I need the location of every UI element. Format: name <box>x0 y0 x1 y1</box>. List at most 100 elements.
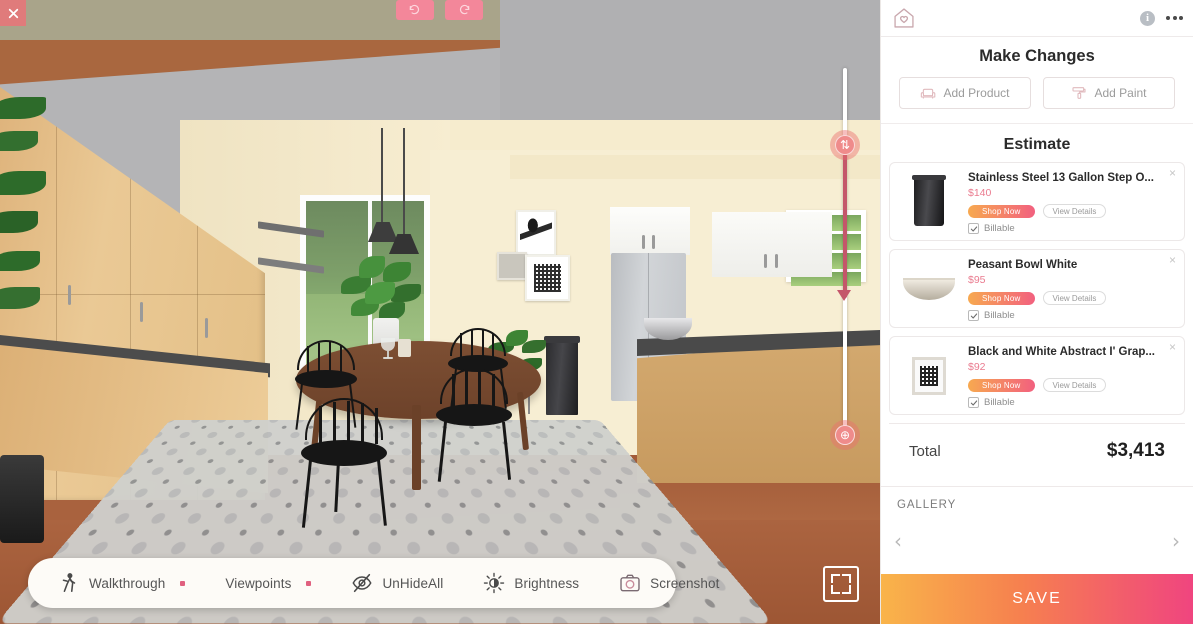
toolbar-label-brightness: Brightness <box>514 575 580 591</box>
shop-now-button[interactable]: Shop Now <box>968 291 1035 305</box>
check-icon <box>970 399 977 406</box>
estimate-item-row[interactable]: Stainless Steel 13 Gallon Step O... $140… <box>889 162 1185 241</box>
make-changes-title: Make Changes <box>979 47 1095 65</box>
pendant-cord-1 <box>381 128 383 224</box>
total-value: $3,413 <box>1106 440 1165 461</box>
add-paint-button[interactable]: Add Paint <box>1043 77 1175 109</box>
save-button-label: SAVE <box>1012 590 1062 607</box>
save-button[interactable]: SAVE <box>881 574 1193 624</box>
fullscreen-corner-tr-icon <box>842 574 851 583</box>
info-icon[interactable]: i <box>1140 10 1155 26</box>
estimate-title: Estimate <box>1003 136 1071 153</box>
up-down-arrow-icon: ⇅ <box>839 138 851 152</box>
toolbar-item-screenshot[interactable]: Screenshot <box>599 572 739 594</box>
toolbar-item-walkthrough[interactable]: Walkthrough <box>28 572 205 594</box>
toolbar-item-viewpoints[interactable]: Viewpoints <box>205 576 331 591</box>
remove-item-icon[interactable]: × <box>1167 341 1178 353</box>
dining-chair-front[interactable] <box>297 398 397 533</box>
estimate-item-actions: Shop Now View Details <box>968 291 1176 305</box>
slider-handle-bottom[interactable]: ⊕ <box>830 420 860 450</box>
framed-art-thumbnail <box>898 344 960 408</box>
estimate-item-name: Stainless Steel 13 Gallon Step O... <box>968 172 1154 184</box>
estimate-section: Estimate Stainless Steel 13 Gallon Step … <box>881 124 1193 486</box>
table-leg-center <box>412 405 421 490</box>
wine-glass <box>381 338 395 360</box>
undo-button[interactable] <box>396 0 434 20</box>
trash-can-thumbnail <box>898 170 960 234</box>
estimate-item-name: Black and White Abstract I' Grap... <box>968 346 1155 358</box>
estimate-item-actions: Shop Now View Details <box>968 204 1176 218</box>
toolbar-label-screenshot: Screenshot <box>650 575 720 591</box>
panel-header: i <box>881 0 1193 37</box>
billable-row[interactable]: Billable <box>968 310 1176 321</box>
fullscreen-corner-tl-icon <box>831 574 840 583</box>
shop-now-button[interactable]: Shop Now <box>968 378 1035 392</box>
height-slider[interactable]: ⇅ ⊕ <box>830 68 860 450</box>
redo-icon <box>459 4 470 15</box>
kitchen-wall-upper-strip <box>510 155 880 179</box>
estimate-item-row[interactable]: Black and White Abstract I' Grap... $92 … <box>889 336 1185 415</box>
camera-icon <box>619 572 641 594</box>
billable-row[interactable]: Billable <box>968 223 1176 234</box>
panel-header-actions: i <box>1140 10 1183 26</box>
home-heart-logo-icon[interactable] <box>891 5 917 31</box>
estimate-item-price: $92 <box>968 361 986 373</box>
3d-room-viewport[interactable]: ⇅ ⊕ Walkthrough Viewpoints UnHideAll Bri… <box>0 0 880 624</box>
slider-handle-top[interactable]: ⇅ <box>830 130 860 160</box>
gallery-prev-button[interactable]: ‹ <box>894 531 902 551</box>
gallery-section: GALLERY ‹ › <box>881 486 1193 574</box>
design-app-window: ⇅ ⊕ Walkthrough Viewpoints UnHideAll Bri… <box>0 0 1193 624</box>
estimate-item-actions: Shop Now View Details <box>968 378 1176 392</box>
estimate-item-body: Stainless Steel 13 Gallon Step O... $140… <box>968 170 1176 234</box>
wall-art-gray[interactable] <box>497 252 527 280</box>
estimate-item-name: Peasant Bowl White <box>968 259 1078 271</box>
toolbar-item-unhideall[interactable]: UnHideAll <box>331 572 463 594</box>
remove-item-icon[interactable]: × <box>1167 254 1178 266</box>
bowl-thumbnail <box>898 257 960 321</box>
walkthrough-indicator-dot <box>180 580 186 586</box>
dining-chair-right-front[interactable] <box>432 368 518 488</box>
fullscreen-button[interactable] <box>823 566 859 602</box>
gallery-next-button[interactable]: › <box>1172 531 1180 551</box>
view-details-button[interactable]: View Details <box>1042 204 1107 218</box>
foreground-plant[interactable] <box>0 85 56 315</box>
billable-checkbox[interactable] <box>968 397 979 408</box>
estimate-item-row[interactable]: Peasant Bowl White $95 Shop Now View Det… <box>889 249 1185 328</box>
dark-planter[interactable] <box>0 455 44 543</box>
make-changes-section: Make Changes Add Product Add Paint <box>881 37 1193 124</box>
armchair-icon <box>920 85 936 101</box>
side-panel: i Make Changes Add Product Add Paint Est… <box>880 0 1193 624</box>
brightness-icon <box>483 572 505 594</box>
wall-art-abstract-grid[interactable] <box>525 255 570 301</box>
billable-checkbox[interactable] <box>968 310 979 321</box>
upper-cabinet-left[interactable] <box>610 207 690 255</box>
redo-button[interactable] <box>445 0 483 20</box>
candle-holder <box>398 339 411 357</box>
billable-label: Billable <box>984 397 1015 408</box>
slider-arrow-head-icon <box>837 290 851 301</box>
view-details-button[interactable]: View Details <box>1042 291 1107 305</box>
trash-can-3d[interactable] <box>544 336 580 415</box>
billable-label: Billable <box>984 223 1015 234</box>
undo-icon <box>409 4 420 15</box>
close-button[interactable] <box>0 0 26 26</box>
toolbar-label-viewpoints: Viewpoints <box>225 575 292 591</box>
billable-checkbox[interactable] <box>968 223 979 234</box>
fullscreen-corner-bl-icon <box>831 585 840 594</box>
toolbar-item-brightness[interactable]: Brightness <box>463 572 599 594</box>
wall-art-brushstroke[interactable] <box>516 210 556 256</box>
remove-item-icon[interactable]: × <box>1167 167 1178 179</box>
check-icon <box>970 225 977 232</box>
add-product-button[interactable]: Add Product <box>899 77 1031 109</box>
more-options-icon[interactable] <box>1166 16 1183 20</box>
pendant-cord-2 <box>403 128 405 236</box>
viewpoints-indicator-dot <box>306 580 312 586</box>
estimate-item-price: $140 <box>968 187 992 199</box>
upper-cabinet-right[interactable] <box>712 212 832 277</box>
bottom-toolbar: Walkthrough Viewpoints UnHideAll Brightn… <box>28 558 719 608</box>
billable-row[interactable]: Billable <box>968 397 1176 408</box>
make-changes-buttons: Add Product Add Paint <box>899 77 1175 109</box>
shop-now-button[interactable]: Shop Now <box>968 204 1035 218</box>
view-details-button[interactable]: View Details <box>1042 378 1107 392</box>
add-paint-label: Add Paint <box>1094 86 1147 100</box>
